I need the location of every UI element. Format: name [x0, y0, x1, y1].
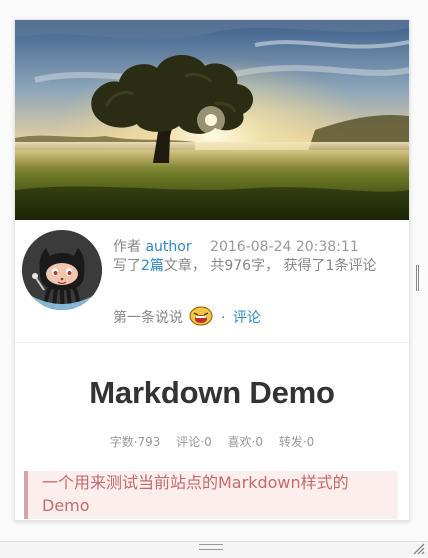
author-info: 作者 author 2016-08-24 20:38:11 写了2篇文章， 共9…	[15, 220, 409, 343]
banner-image	[15, 20, 409, 220]
post-title[interactable]: Markdown Demo	[15, 375, 409, 411]
resize-grip-icon[interactable]	[410, 540, 426, 556]
github-octocat-avatar-icon[interactable]	[22, 230, 102, 310]
first-comment-label: 第一条说说	[113, 310, 183, 326]
laughing-face-icon	[189, 306, 213, 326]
article-count-link[interactable]: 2篇	[141, 258, 164, 274]
post-date: 2016-08-24 20:38:11	[210, 239, 359, 255]
post-stats: 字数·793 评论·0 喜欢·0 转发·0	[15, 433, 409, 450]
stats-prefix: 写了	[113, 258, 141, 274]
post-summary-quote: 一个用来测试当前站点的Markdown样式的 Demo	[24, 471, 398, 519]
content-panel: 作者 author 2016-08-24 20:38:11 写了2篇文章， 共9…	[0, 0, 428, 542]
panel-resize-handle-icon[interactable]	[199, 544, 223, 550]
first-comment-line: 第一条说说 · 评论	[113, 306, 261, 327]
post-card: 作者 author 2016-08-24 20:38:11 写了2篇文章， 共9…	[14, 19, 410, 521]
author-prefix: 作者	[113, 239, 141, 255]
word-count: 字数·793	[109, 435, 161, 449]
quote-line-1: 一个用来测试当前站点的Markdown样式的	[42, 473, 349, 492]
author-line: 作者 author 2016-08-24 20:38:11	[113, 236, 359, 256]
quote-line-2: Demo	[42, 496, 90, 515]
comment-link[interactable]: 评论	[233, 310, 261, 326]
repost-count: 转发·0	[278, 435, 315, 449]
stats-rest: 文章， 共976字， 获得了1条评论	[163, 258, 377, 274]
like-count: 喜欢·0	[227, 435, 263, 449]
scroll-handle-icon[interactable]	[416, 265, 419, 291]
comment-count: 评论·0	[176, 435, 212, 449]
author-link[interactable]: author	[145, 239, 191, 255]
author-stats: 写了2篇文章， 共976字， 获得了1条评论	[113, 257, 403, 276]
separator-dot: ·	[220, 310, 226, 326]
